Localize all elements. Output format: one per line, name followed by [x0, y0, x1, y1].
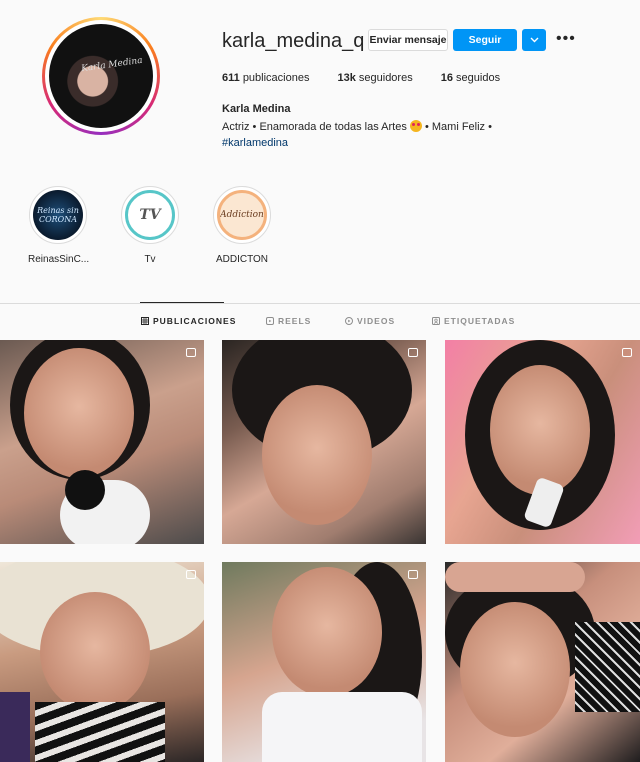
more-options-icon[interactable]: ••• — [556, 30, 576, 48]
highlight-cover-ring: Reinas sin CORONA — [29, 186, 87, 244]
stat-followers-label: seguidores — [358, 72, 413, 84]
reels-icon — [266, 317, 274, 325]
suggested-accounts-button[interactable] — [522, 29, 546, 51]
highlight-label: ADDICTON — [215, 254, 269, 265]
multiple-photos-icon — [408, 348, 418, 357]
stat-posts-count: 611 — [222, 72, 240, 84]
bio-description: Actriz • Enamorada de todas las Artes • … — [222, 120, 492, 133]
highlight-label: Tv — [144, 254, 156, 265]
video-icon — [345, 317, 353, 325]
tab-videos[interactable]: VIDEOS — [345, 316, 395, 326]
tagged-icon — [432, 317, 440, 325]
send-message-button[interactable]: Enviar mensaje — [368, 29, 448, 51]
highlight-cover: Reinas sin CORONA — [33, 190, 83, 240]
tab-label: PUBLICACIONES — [153, 316, 237, 326]
post-thumbnail[interactable] — [222, 340, 426, 544]
post-thumbnail[interactable] — [445, 562, 640, 762]
post-thumbnail[interactable] — [0, 562, 204, 762]
multiple-photos-icon — [186, 348, 196, 357]
heart-eyes-emoji-icon — [409, 120, 422, 132]
tabs-divider — [0, 303, 640, 304]
profile-avatar[interactable]: Karla Medina — [42, 17, 160, 135]
grid-icon — [141, 317, 149, 325]
avatar-photo: Karla Medina — [49, 24, 153, 128]
tab-reels[interactable]: REELS — [266, 316, 311, 326]
post-thumbnail[interactable] — [0, 340, 204, 544]
post-thumbnail[interactable] — [222, 562, 426, 762]
multiple-photos-icon — [408, 570, 418, 579]
bio-hashtag-link[interactable]: #karlamedina — [222, 137, 288, 149]
highlight-label: ReinasSinC... — [28, 254, 90, 265]
tab-label: ETIQUETADAS — [444, 316, 516, 326]
tab-publicaciones[interactable]: PUBLICACIONES — [141, 316, 236, 326]
tab-etiquetadas[interactable]: ETIQUETADAS — [432, 316, 515, 326]
highlight-tv[interactable]: TV Tv — [120, 186, 180, 265]
avatar-signature: Karla Medina — [80, 55, 144, 75]
stat-posts-label: publicaciones — [242, 72, 310, 84]
profile-stats: 611 publicaciones 13k seguidores 16 segu… — [222, 72, 528, 84]
highlight-cover-ring: Addiction — [213, 186, 271, 244]
bio-text-part1: Actriz • Enamorada de todas las Artes — [222, 121, 407, 133]
highlight-cover: Addiction — [217, 190, 267, 240]
highlight-cover-ring: TV — [121, 186, 179, 244]
stat-followers[interactable]: 13k seguidores — [337, 72, 412, 84]
tab-label: REELS — [278, 316, 312, 326]
bio-text-part2: • Mami Feliz • — [424, 121, 492, 133]
highlight-cover: TV — [125, 190, 175, 240]
stat-following-count: 16 — [440, 72, 453, 84]
stat-following-label: seguidos — [456, 72, 501, 84]
stat-posts[interactable]: 611 publicaciones — [222, 72, 309, 84]
active-tab-indicator — [140, 302, 224, 303]
multiple-photos-icon — [622, 348, 632, 357]
follow-button[interactable]: Seguir — [453, 29, 517, 51]
bio-name: Karla Medina — [222, 103, 291, 115]
highlight-addicton[interactable]: Addiction ADDICTON — [212, 186, 272, 265]
post-thumbnail[interactable] — [445, 340, 640, 544]
avatar-frame: Karla Medina — [45, 20, 157, 132]
stat-followers-count: 13k — [337, 72, 356, 84]
highlight-reinas[interactable]: Reinas sin CORONA ReinasSinC... — [28, 186, 90, 265]
tab-label: VIDEOS — [357, 316, 396, 326]
stat-following[interactable]: 16 seguidos — [441, 72, 500, 84]
chevron-down-icon — [530, 37, 538, 43]
profile-username: karla_medina_q — [222, 30, 365, 52]
multiple-photos-icon — [186, 570, 196, 579]
